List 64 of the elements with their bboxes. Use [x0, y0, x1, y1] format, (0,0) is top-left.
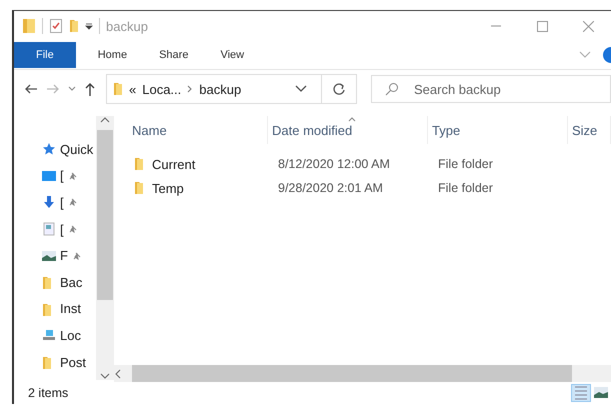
pin-icon	[68, 224, 78, 234]
file-name[interactable]: Temp	[152, 180, 184, 196]
file-name[interactable]: Current	[152, 156, 196, 172]
address-bar[interactable]: « Loca... backup	[106, 74, 357, 104]
column-header[interactable]: Date modified	[268, 116, 428, 144]
ribbon-tab[interactable]: View	[204, 42, 260, 68]
ribbon-tab[interactable]: Home	[82, 42, 144, 68]
folder-icon	[113, 81, 123, 97]
window-title: backup	[106, 18, 149, 34]
up-icon[interactable]	[84, 82, 96, 96]
pin-icon	[72, 250, 82, 261]
expand-ribbon-icon[interactable]	[579, 50, 591, 60]
dropdown-icon[interactable]	[295, 85, 307, 93]
sidebar-item[interactable]: Inst	[60, 301, 81, 316]
overflow-chevron[interactable]: «	[129, 82, 136, 96]
sidebar-item[interactable]: [	[60, 194, 64, 210]
pin-icon	[68, 170, 78, 181]
refresh-icon[interactable]	[332, 82, 346, 96]
sidebar-item[interactable]: Post	[60, 354, 86, 370]
sidebar-item[interactable]: [	[60, 168, 64, 184]
sidebar-item[interactable]: [	[60, 222, 64, 237]
sidebar-item[interactable]: F	[60, 248, 68, 264]
sidebar-item[interactable]: Loc	[60, 328, 81, 343]
drive-icon	[42, 328, 56, 342]
table-cell-text: File folder	[437, 157, 494, 171]
minimize-icon	[491, 25, 501, 27]
table-cell-text: File folder	[437, 181, 494, 195]
pictures-icon	[42, 248, 56, 263]
help-icon[interactable]	[603, 47, 611, 63]
recent-locations-icon[interactable]	[68, 85, 76, 93]
scroll-down-icon[interactable]	[100, 372, 110, 380]
folder-icon	[134, 156, 144, 172]
table-cell-text: 8/12/2020 12:00 AM	[277, 157, 391, 171]
sidebar-item[interactable]: Bac	[60, 274, 82, 290]
chevron-icon[interactable]	[187, 85, 194, 93]
document-icon	[42, 222, 56, 236]
file-menu-button[interactable]: File	[14, 42, 76, 68]
properties-icon[interactable]	[49, 18, 63, 34]
folder-icon	[134, 180, 144, 196]
back-icon[interactable]	[24, 83, 38, 95]
ribbon-tab[interactable]: Share	[143, 42, 204, 68]
column-header[interactable]: Size	[568, 116, 611, 144]
details-view-button[interactable]	[571, 384, 591, 402]
scrollbar-thumb[interactable]	[97, 130, 113, 300]
breadcrumb[interactable]: backup	[199, 82, 242, 96]
column-header[interactable]: Name	[128, 116, 268, 144]
sidebar-item[interactable]: Quick	[60, 142, 94, 157]
search-icon	[385, 82, 399, 96]
scroll-up-icon[interactable]	[100, 116, 110, 124]
folder-icon	[22, 18, 36, 34]
vertical-scrollbar[interactable]	[96, 116, 114, 380]
download-icon	[42, 195, 56, 210]
sort-icon	[348, 117, 356, 122]
scroll-left-icon[interactable]	[114, 368, 122, 378]
maximize-icon	[536, 20, 548, 32]
search-field[interactable]: Search backup	[371, 75, 611, 103]
item-count: 2 items	[28, 386, 70, 400]
breadcrumb[interactable]: Loca...	[142, 82, 182, 96]
table-cell-text: 9/28/2020 2:01 AM	[277, 181, 384, 195]
close-icon	[582, 20, 594, 32]
column-header[interactable]: Type	[428, 116, 568, 144]
desktop-icon	[42, 168, 56, 183]
pin-icon	[68, 197, 78, 208]
star-icon	[42, 142, 56, 156]
